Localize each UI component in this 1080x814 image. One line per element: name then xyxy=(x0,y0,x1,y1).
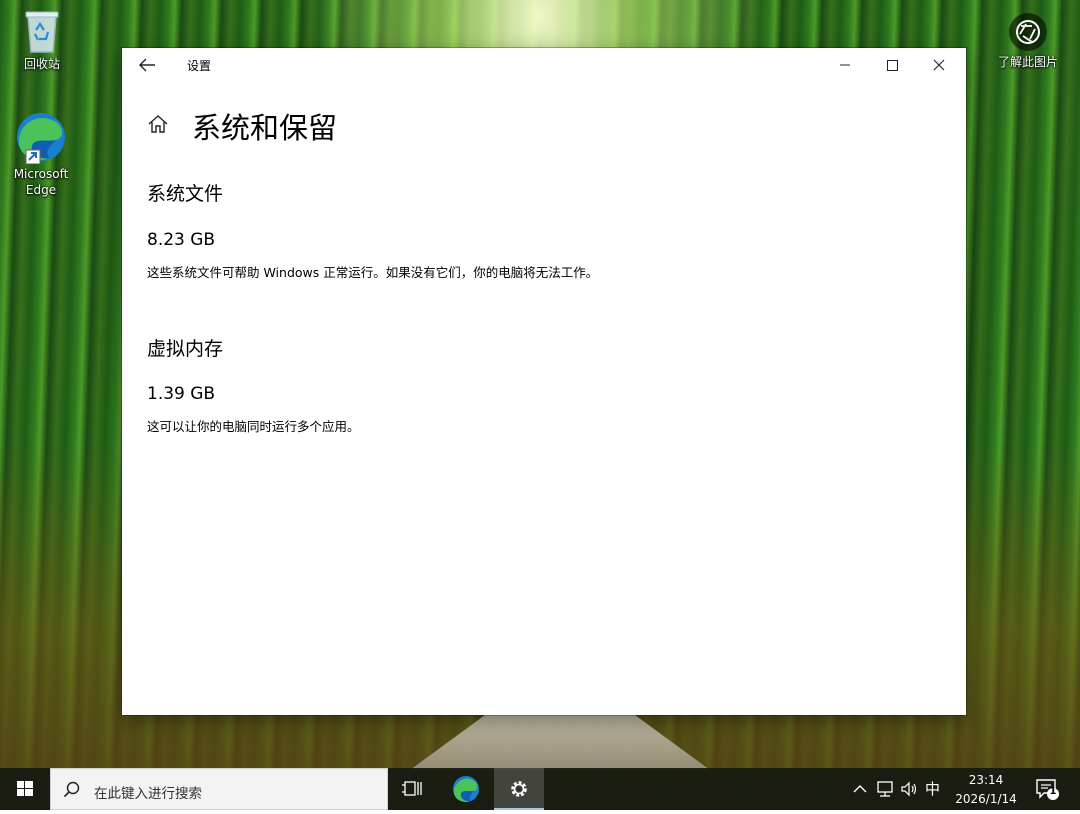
about-image-label: 了解此图片 xyxy=(997,55,1058,69)
back-arrow-icon xyxy=(139,58,155,72)
network-button[interactable] xyxy=(876,779,896,799)
start-button[interactable] xyxy=(0,768,50,810)
maximize-icon xyxy=(887,60,898,71)
section-heading-system-files: 系统文件 xyxy=(147,183,224,205)
search-placeholder: 在此键入进行搜索 xyxy=(94,786,202,802)
edge-icon xyxy=(17,113,65,164)
recycle-bin-shortcut[interactable]: 回收站 xyxy=(4,8,80,72)
taskbar-search-box[interactable]: 在此键入进行搜索 xyxy=(50,768,388,810)
virtual-memory-description: 这可以让你的电脑同时运行多个应用。 xyxy=(147,419,360,434)
network-icon xyxy=(877,781,893,797)
taskbar-settings-button[interactable] xyxy=(494,768,544,810)
search-icon xyxy=(63,781,80,798)
close-icon xyxy=(933,59,945,71)
taskbar-edge-button[interactable] xyxy=(442,768,490,810)
camera-aperture-icon xyxy=(1009,13,1047,51)
about-image-shortcut[interactable]: 了解此图片 xyxy=(992,12,1064,70)
close-button[interactable] xyxy=(916,48,962,82)
clock[interactable]: 23:14 2026/1/14 xyxy=(950,771,1022,809)
page-title: 系统和保留 xyxy=(192,111,338,145)
edge-label: Microsoft Edge xyxy=(13,167,69,197)
minimize-button[interactable] xyxy=(822,48,868,82)
clock-time: 23:14 xyxy=(968,773,1004,787)
title-bar[interactable]: 设置 xyxy=(122,48,966,82)
recycle-bin-icon xyxy=(25,11,59,53)
taskbar: 在此键入进行搜索 中 23:14 2026/1/14 1 xyxy=(0,768,1080,810)
window-title: 设置 xyxy=(187,59,212,73)
home-button[interactable] xyxy=(146,112,170,136)
volume-button[interactable] xyxy=(900,779,920,799)
settings-window: 设置 系统和保留 系统文件 8.23 GB 这些系统文件可帮助 Windows … xyxy=(122,48,966,715)
system-files-size: 8.23 GB xyxy=(147,230,216,250)
wallpaper-path xyxy=(410,715,710,770)
action-center-button[interactable]: 1 xyxy=(1034,777,1060,801)
maximize-button[interactable] xyxy=(869,48,915,82)
clock-date: 2026/1/14 xyxy=(955,792,1017,806)
ime-indicator[interactable]: 中 xyxy=(925,778,940,799)
chevron-up-icon xyxy=(853,785,867,793)
speaker-icon xyxy=(901,781,917,797)
minimize-icon xyxy=(840,64,850,66)
system-files-description: 这些系统文件可帮助 Windows 正常运行。如果没有它们，你的电脑将无法工作。 xyxy=(147,265,599,280)
notification-count: 1 xyxy=(1049,786,1057,797)
edge-icon xyxy=(453,776,479,802)
show-hidden-icons-button[interactable] xyxy=(851,779,869,799)
section-heading-virtual-memory: 虚拟内存 xyxy=(147,338,224,360)
virtual-memory-size: 1.39 GB xyxy=(147,384,216,404)
back-button[interactable] xyxy=(134,54,162,76)
gear-icon xyxy=(511,781,527,797)
task-view-icon xyxy=(402,781,422,796)
home-icon xyxy=(148,115,168,133)
recycle-bin-label: 回收站 xyxy=(23,57,60,71)
task-view-button[interactable] xyxy=(392,768,436,810)
windows-logo-icon xyxy=(17,781,33,796)
edge-shortcut[interactable]: Microsoft Edge xyxy=(3,110,79,198)
